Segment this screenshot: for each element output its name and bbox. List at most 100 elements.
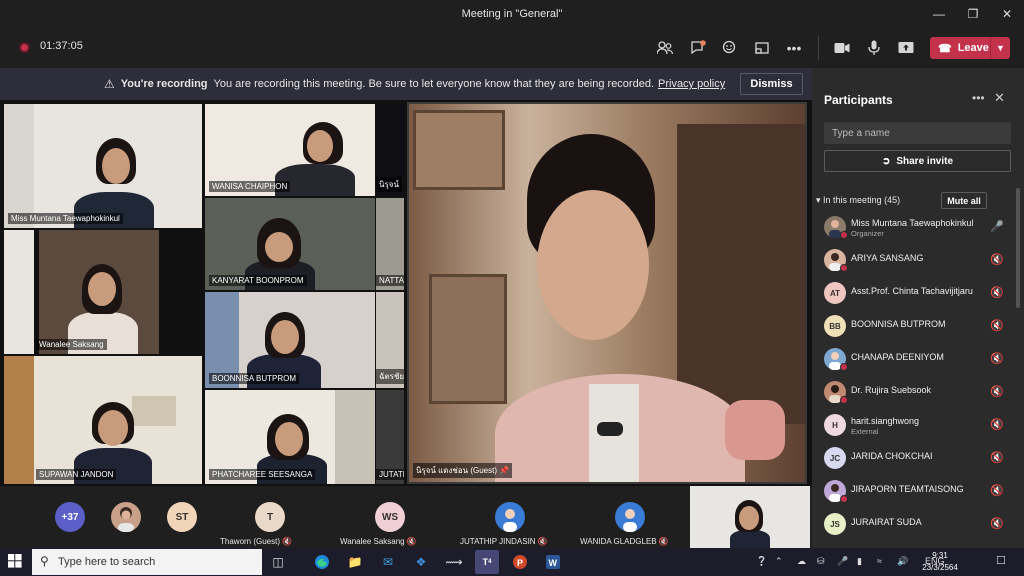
- meeting-timer: 01:37:05: [40, 40, 83, 52]
- privacy-policy-link[interactable]: Privacy policy: [658, 78, 725, 90]
- chevron-down-icon[interactable]: ▼: [990, 37, 1010, 59]
- svg-text:P: P: [517, 558, 523, 568]
- file-explorer-icon[interactable]: 📁: [343, 550, 367, 574]
- participant-name: ARIYA SANSANG: [851, 253, 924, 263]
- participant-row[interactable]: JIRAPORN TEAMTAISONG 🔇: [824, 478, 1010, 504]
- more-options-icon[interactable]: •••: [784, 38, 804, 58]
- chevron-up-icon[interactable]: ⌃: [775, 556, 783, 567]
- participant-row[interactable]: AT Asst.Prof. Chinta Tachavijitjaru 🔇: [824, 280, 1010, 306]
- task-view-icon[interactable]: ◫: [266, 550, 290, 574]
- video-tile[interactable]: NATTA: [376, 198, 404, 290]
- video-tile[interactable]: Miss Muntana Taewaphokinkul: [4, 104, 202, 228]
- chevron-down-icon: ▾: [816, 195, 821, 205]
- spotlight-video[interactable]: นิรุจน์ แดงช่อน (Guest) 📌: [407, 102, 807, 484]
- participant-name: JURAIRAT SUDA: [851, 517, 922, 527]
- microphone-icon[interactable]: [864, 38, 884, 58]
- minimize-icon[interactable]: —: [922, 0, 956, 28]
- leave-button[interactable]: ☎ Leave ▼: [930, 37, 1010, 59]
- mic-off-icon[interactable]: 🔇: [990, 418, 1004, 431]
- close-icon[interactable]: ✕: [994, 90, 1005, 106]
- banner-message: You are recording this meeting. Be sure …: [213, 78, 654, 90]
- avatar: T: [255, 502, 285, 532]
- avatar: [495, 502, 525, 532]
- avatar: [824, 348, 848, 371]
- battery-icon[interactable]: ▮: [857, 556, 862, 567]
- participant-row[interactable]: H harit.sianghwong External 🔇: [824, 412, 1010, 438]
- participant-name: harit.sianghwong: [851, 416, 920, 426]
- chat-icon[interactable]: [688, 38, 708, 58]
- participant-row[interactable]: CHANAPA DEENIYOM 🔇: [824, 346, 1010, 372]
- mic-off-icon[interactable]: 🔇: [990, 451, 1004, 464]
- reactions-icon[interactable]: [720, 38, 740, 58]
- mic-off-icon[interactable]: 🔇: [990, 517, 1004, 530]
- word-icon[interactable]: W: [541, 550, 565, 574]
- share-screen-icon[interactable]: [896, 38, 916, 58]
- mic-off-icon[interactable]: 🔇: [990, 319, 1004, 332]
- mute-all-button[interactable]: Mute all: [941, 192, 987, 209]
- mail-icon[interactable]: ✉: [376, 550, 400, 574]
- microphone-icon[interactable]: 🎤: [990, 220, 1004, 233]
- participant-row[interactable]: ARIYA SANSANG 🔇: [824, 247, 1010, 273]
- video-tile[interactable]: JUTATH: [376, 390, 404, 484]
- phone-hangup-icon: ☎: [938, 42, 952, 55]
- mic-off-icon: 🔇: [658, 537, 669, 546]
- search-input[interactable]: Type a name: [824, 122, 1011, 144]
- share-invite-button[interactable]: ➲ Share invite: [824, 150, 1011, 172]
- teams-icon[interactable]: T4: [475, 550, 499, 574]
- video-tile[interactable]: KANYARAT BOONPROM: [205, 198, 375, 290]
- mic-off-icon[interactable]: 🔇: [990, 253, 1004, 266]
- system-clock[interactable]: 9:31 23/3/2564: [918, 550, 962, 574]
- avatar: [824, 249, 848, 272]
- dropbox-icon[interactable]: ❖: [409, 550, 433, 574]
- close-icon[interactable]: ✕: [990, 0, 1024, 28]
- video-tile[interactable]: นิรุจน์: [376, 104, 404, 196]
- wifi-icon[interactable]: ≈: [877, 556, 882, 566]
- mic-off-icon[interactable]: 🔇: [990, 484, 1004, 497]
- participant-row[interactable]: Dr. Rujira Suebsook 🔇: [824, 379, 1010, 405]
- video-tile[interactable]: PHATCHAREE SEESANGA: [205, 390, 375, 484]
- dismiss-button[interactable]: Dismiss: [740, 73, 803, 95]
- tile-name: BOONNISA BUTPROM: [209, 373, 300, 384]
- participant-row[interactable]: JC JARIDA CHOKCHAI 🔇: [824, 445, 1010, 471]
- participants-icon[interactable]: [655, 38, 675, 58]
- network-icon[interactable]: ⛁: [817, 556, 825, 567]
- pin-icon[interactable]: 📌: [499, 466, 509, 475]
- avatar: [824, 381, 848, 404]
- participant-name: WANIDA GLADGLEB 🔇: [580, 537, 669, 546]
- mic-off-icon[interactable]: 🔇: [990, 385, 1004, 398]
- video-tile[interactable]: Wanalee Saksang: [4, 230, 202, 354]
- participant-row[interactable]: JS JURAIRAT SUDA 🔇: [824, 511, 1010, 537]
- microphone-icon[interactable]: 🎤: [837, 556, 848, 567]
- participant-row[interactable]: BB BOONNISA BUTPROM 🔇: [824, 313, 1010, 339]
- notifications-icon[interactable]: ☐: [996, 554, 1006, 567]
- mic-off-icon[interactable]: 🔇: [990, 286, 1004, 299]
- video-tile[interactable]: BOONNISA BUTPROM: [205, 292, 375, 388]
- speaker-icon[interactable]: 🔊: [897, 556, 908, 567]
- scrollbar[interactable]: [1016, 188, 1020, 308]
- powerpoint-icon[interactable]: P: [508, 550, 532, 574]
- video-tile[interactable]: SUPAWAN JANDON: [4, 356, 202, 484]
- camera-icon[interactable]: [832, 38, 852, 58]
- cloud-icon[interactable]: ☁: [797, 556, 806, 567]
- participant-name: Wanalee Saksang 🔇: [340, 537, 417, 546]
- rooms-icon[interactable]: [752, 38, 772, 58]
- self-view-video[interactable]: [690, 486, 810, 548]
- avatar: JC: [824, 447, 846, 469]
- windows-start-icon[interactable]: [8, 554, 22, 571]
- more-participants-count[interactable]: +37: [55, 502, 85, 532]
- recording-indicator-icon: [19, 42, 30, 53]
- help-icon[interactable]: ❔: [756, 556, 767, 567]
- banner-title: You're recording: [120, 78, 208, 90]
- taskbar-search-input[interactable]: ⚲ Type here to search: [32, 549, 262, 575]
- mic-off-icon[interactable]: 🔇: [990, 352, 1004, 365]
- edge-icon[interactable]: [310, 550, 334, 574]
- in-meeting-section[interactable]: ▾ In this meeting (45): [816, 195, 900, 206]
- app-icon[interactable]: ⟿: [442, 550, 466, 574]
- restore-icon[interactable]: ❐: [956, 0, 990, 28]
- tile-name: JUTATH: [376, 469, 404, 480]
- more-options-icon[interactable]: •••: [972, 91, 985, 105]
- video-tile[interactable]: WANISA CHAIPHON: [205, 104, 375, 196]
- video-tile[interactable]: ฉัตรชัย: [376, 292, 404, 388]
- tile-name: นิรุจน์: [376, 177, 402, 192]
- participant-row[interactable]: Miss Muntana Taewaphokinkul Organizer 🎤: [824, 214, 1010, 240]
